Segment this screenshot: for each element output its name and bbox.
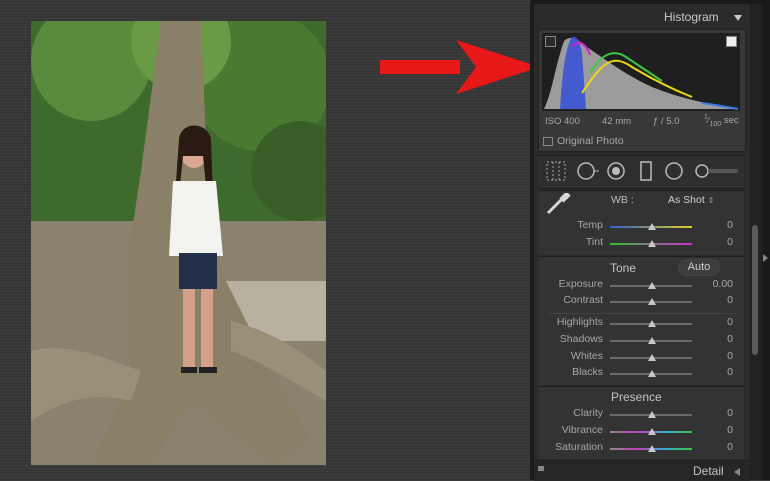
presence-title: Presence [611,390,662,404]
focal-readout: 42 mm [602,116,632,127]
clarity-slider-thumb[interactable] [648,411,656,418]
aperture-readout: ƒ / 5.0 [653,116,680,127]
tint-slider-thumb[interactable] [648,240,656,247]
panel-end-icon[interactable] [538,466,544,471]
detail-panel-title[interactable]: Detail [693,464,724,478]
histogram-title[interactable]: Histogram [664,10,719,24]
expand-right-icon[interactable] [763,254,768,262]
red-arrow-icon [380,40,540,94]
highlights-slider-thumb[interactable] [648,320,656,327]
saturation-value[interactable]: 0 [703,441,733,453]
shutter-readout: 1⁄100 sec [704,114,739,129]
photo-image [31,21,326,465]
shadows-value[interactable]: 0 [703,333,733,345]
exposure-value[interactable]: 0.00 [703,278,733,290]
highlight-clipping-icon[interactable] [726,36,737,47]
original-photo-checkbox[interactable] [543,137,553,146]
adjustment-brush-tool-icon[interactable] [694,161,740,181]
saturation-slider-thumb[interactable] [648,445,656,452]
exposure-slider-thumb[interactable] [648,282,656,289]
blacks-label: Blacks [572,366,603,378]
histogram-graph[interactable] [542,33,740,111]
contrast-label: Contrast [563,294,603,306]
temp-slider-thumb[interactable] [648,223,656,230]
collapse-triangle-icon[interactable] [734,15,742,21]
shadows-label: Shadows [559,333,603,345]
contrast-value[interactable]: 0 [703,294,733,306]
clarity-label: Clarity [573,407,603,419]
wb-dropdown-icon: ⇕ [707,196,715,205]
scrollbar-thumb[interactable] [752,225,758,355]
tint-label: Tint [585,236,603,248]
whites-slider-thumb[interactable] [648,354,656,361]
radial-filter-tool-icon[interactable] [664,161,684,181]
vibrance-label: Vibrance [561,424,603,436]
photo-preview [31,21,326,465]
tint-value[interactable]: 0 [703,236,733,248]
tone-divider [548,313,736,314]
shadows-slider-thumb[interactable] [648,337,656,344]
crop-overlay-tool-icon[interactable] [546,161,566,181]
spot-removal-tool-icon[interactable] [576,161,600,181]
blacks-value[interactable]: 0 [703,366,733,378]
panel-edge [762,4,770,480]
shadow-clipping-icon[interactable] [545,36,556,47]
blacks-slider-thumb[interactable] [648,370,656,377]
highlights-label: Highlights [556,316,603,328]
shutter-denominator: 100 [709,121,722,129]
iso-readout: ISO 400 [545,116,580,127]
clarity-value[interactable]: 0 [703,407,733,419]
white-balance-picker-icon[interactable] [544,191,572,220]
vibrance-slider-thumb[interactable] [648,428,656,435]
highlights-value[interactable]: 0 [703,316,733,328]
tone-title: Tone [610,261,637,275]
wb-label: WB : [611,194,634,206]
saturation-label: Saturation [555,441,603,453]
graduated-filter-tool-icon[interactable] [636,161,656,181]
exposure-label: Exposure [558,278,603,290]
wb-value: As Shot [668,194,705,206]
shutter-unit: sec [723,115,739,127]
temp-value[interactable]: 0 [703,219,733,231]
red-eye-tool-icon[interactable] [606,161,626,181]
temp-label: Temp [577,219,603,231]
original-photo-label: Original Photo [557,135,624,147]
shutter-numerator: 1 [704,114,708,121]
histogram-curves [544,36,739,110]
contrast-slider-thumb[interactable] [648,298,656,305]
vibrance-value[interactable]: 0 [703,424,733,436]
whites-label: Whites [570,350,603,362]
wb-select[interactable]: As Shot ⇕ [668,194,714,206]
whites-value[interactable]: 0 [703,350,733,362]
expand-detail-icon[interactable] [734,468,740,476]
auto-tone-button[interactable]: Auto [678,259,720,276]
